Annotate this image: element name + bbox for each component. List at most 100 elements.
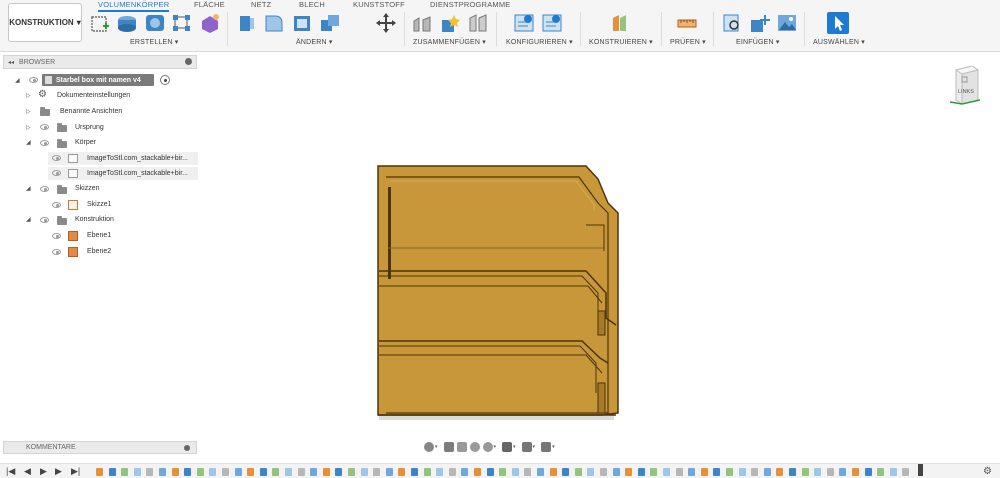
prev-icon[interactable]: ◀ xyxy=(24,467,31,476)
pan-icon[interactable] xyxy=(456,442,467,452)
timeline-feature-icon[interactable] xyxy=(108,468,116,476)
viewports-icon[interactable] xyxy=(541,442,552,452)
eye-icon[interactable] xyxy=(40,217,49,223)
eye-icon[interactable] xyxy=(40,186,49,192)
tree-item-body[interactable]: ImageToStl.com_stackable+bir... xyxy=(87,170,188,177)
eye-icon[interactable] xyxy=(52,155,61,161)
group-label-pruefen[interactable]: PRÜFEN ▾ xyxy=(670,38,706,46)
move-icon[interactable] xyxy=(375,12,397,34)
orbit-icon[interactable] xyxy=(424,442,434,452)
eye-icon[interactable] xyxy=(52,170,61,176)
timeline-feature-icon[interactable] xyxy=(587,468,595,476)
timeline-feature-icon[interactable] xyxy=(864,468,872,476)
timeline-feature-icon[interactable] xyxy=(411,468,418,476)
timeline-feature-icon[interactable] xyxy=(852,468,859,476)
timeline-feature-icon[interactable] xyxy=(877,468,885,476)
tab-blech[interactable]: BLECH xyxy=(299,0,325,9)
combine-icon[interactable] xyxy=(319,12,341,34)
comments-panel[interactable]: KOMMENTARE xyxy=(3,441,197,454)
tab-volumenkoerper[interactable]: VOLUMENKÖRPER xyxy=(98,0,170,12)
add-comment-icon[interactable] xyxy=(184,445,190,451)
timeline-feature-icon[interactable] xyxy=(448,468,456,476)
timeline-feature-icon[interactable] xyxy=(360,468,368,476)
timeline-feature-icon[interactable] xyxy=(902,468,910,476)
timeline-feature-icon[interactable] xyxy=(461,468,469,476)
timeline-feature-icon[interactable] xyxy=(423,468,431,476)
eye-icon[interactable] xyxy=(52,249,61,255)
fillet-icon[interactable] xyxy=(263,12,285,34)
view-cube-face-label[interactable]: LINKS xyxy=(958,89,974,95)
timeline-feature-icon[interactable] xyxy=(196,468,204,476)
measure-icon[interactable] xyxy=(676,12,698,34)
timeline-settings-gear-icon[interactable]: ⚙ xyxy=(983,466,992,477)
timeline-feature-icon[interactable] xyxy=(663,468,670,476)
collapse-triangle-icon[interactable]: ◢ xyxy=(15,77,20,84)
timeline-feature-icon[interactable] xyxy=(146,468,154,476)
timeline-feature-icon[interactable] xyxy=(96,468,103,476)
revolve-icon[interactable] xyxy=(144,12,166,34)
timeline-feature-icon[interactable] xyxy=(713,468,721,476)
press-pull-icon[interactable] xyxy=(236,12,258,34)
tab-dienstprogramme[interactable]: DIENSTPROGRAMME xyxy=(430,0,511,9)
insert-derive-icon[interactable] xyxy=(721,12,743,34)
browser-header[interactable]: ◂◂ BROWSER xyxy=(3,55,197,69)
construct-plane-icon[interactable] xyxy=(610,12,632,34)
fit-icon[interactable] xyxy=(482,442,493,452)
tree-item-bodies[interactable]: Körper xyxy=(75,139,96,146)
timeline-feature-icon[interactable] xyxy=(763,468,771,476)
timeline-feature-icon[interactable] xyxy=(625,468,633,476)
group-label-erstellen[interactable]: ERSTELLEN ▾ xyxy=(130,38,179,46)
timeline-feature-icon[interactable] xyxy=(133,468,141,476)
timeline-feature-icon[interactable] xyxy=(222,468,229,476)
eye-icon[interactable] xyxy=(52,233,61,239)
sketch-icon[interactable] xyxy=(89,12,111,34)
grid-settings-icon[interactable] xyxy=(521,442,532,452)
timeline-feature-icon[interactable] xyxy=(247,468,255,476)
expand-triangle-icon[interactable]: ▷ xyxy=(26,92,31,99)
timeline-feature-icon[interactable] xyxy=(675,468,683,476)
timeline-feature-icon[interactable] xyxy=(562,468,570,476)
form-icon[interactable] xyxy=(199,12,221,34)
timeline-feature-icon[interactable] xyxy=(600,468,607,476)
timeline-feature-icon[interactable] xyxy=(436,468,444,476)
timeline-feature-icon[interactable] xyxy=(789,468,796,476)
tree-item-sketches[interactable]: Skizzen xyxy=(75,185,100,192)
timeline-feature-icon[interactable] xyxy=(537,468,544,476)
select-icon[interactable] xyxy=(827,12,849,34)
timeline-feature-icon[interactable] xyxy=(499,468,507,476)
group-label-auswaehlen[interactable]: AUSWÄHLEN ▾ xyxy=(813,38,865,46)
collapse-triangle-icon[interactable]: ◢ xyxy=(26,185,31,192)
view-cube[interactable]: LINKS xyxy=(949,65,981,106)
timeline-feature-icon[interactable] xyxy=(373,468,381,476)
timeline-feature-icon[interactable] xyxy=(285,468,292,476)
as-built-joint-icon[interactable] xyxy=(467,12,489,34)
timeline-feature-icon[interactable] xyxy=(511,468,519,476)
eye-icon[interactable] xyxy=(40,124,49,130)
tree-item-plane1[interactable]: Ebene1 xyxy=(87,232,111,239)
timeline-feature-icon[interactable] xyxy=(474,468,481,476)
tab-flaeche[interactable]: FLÄCHE xyxy=(194,0,225,9)
timeline-feature-icon[interactable] xyxy=(184,468,192,476)
timeline-feature-icon[interactable] xyxy=(612,468,620,476)
eye-icon[interactable] xyxy=(29,77,38,83)
timeline-feature-icon[interactable] xyxy=(688,468,696,476)
next-icon[interactable]: ▶ xyxy=(55,467,62,476)
parameters-icon[interactable] xyxy=(541,12,563,34)
tree-item-plane2[interactable]: Ebene2 xyxy=(87,248,111,255)
tree-root-document[interactable]: Starbel box mit namen v4 xyxy=(42,74,154,86)
group-label-konfigurieren[interactable]: KONFIGURIEREN ▾ xyxy=(506,38,573,46)
tree-item-named-views[interactable]: Benannte Ansichten xyxy=(60,108,122,115)
timeline-feature-icon[interactable] xyxy=(322,468,330,476)
timeline-feature-icon[interactable] xyxy=(486,468,494,476)
extrude-icon[interactable] xyxy=(116,12,138,34)
timeline-feature-icon[interactable] xyxy=(814,468,822,476)
timeline-feature-icon[interactable] xyxy=(385,468,393,476)
insert-canvas-icon[interactable] xyxy=(776,12,798,34)
timeline-feature-icon[interactable] xyxy=(297,468,305,476)
timeline-marker-icon[interactable] xyxy=(918,464,923,476)
timeline-feature-icon[interactable] xyxy=(650,468,658,476)
expand-triangle-icon[interactable]: ▷ xyxy=(26,108,31,115)
eye-icon[interactable] xyxy=(52,202,61,208)
model-viewport[interactable] xyxy=(376,163,622,421)
shell-icon[interactable] xyxy=(291,12,313,34)
